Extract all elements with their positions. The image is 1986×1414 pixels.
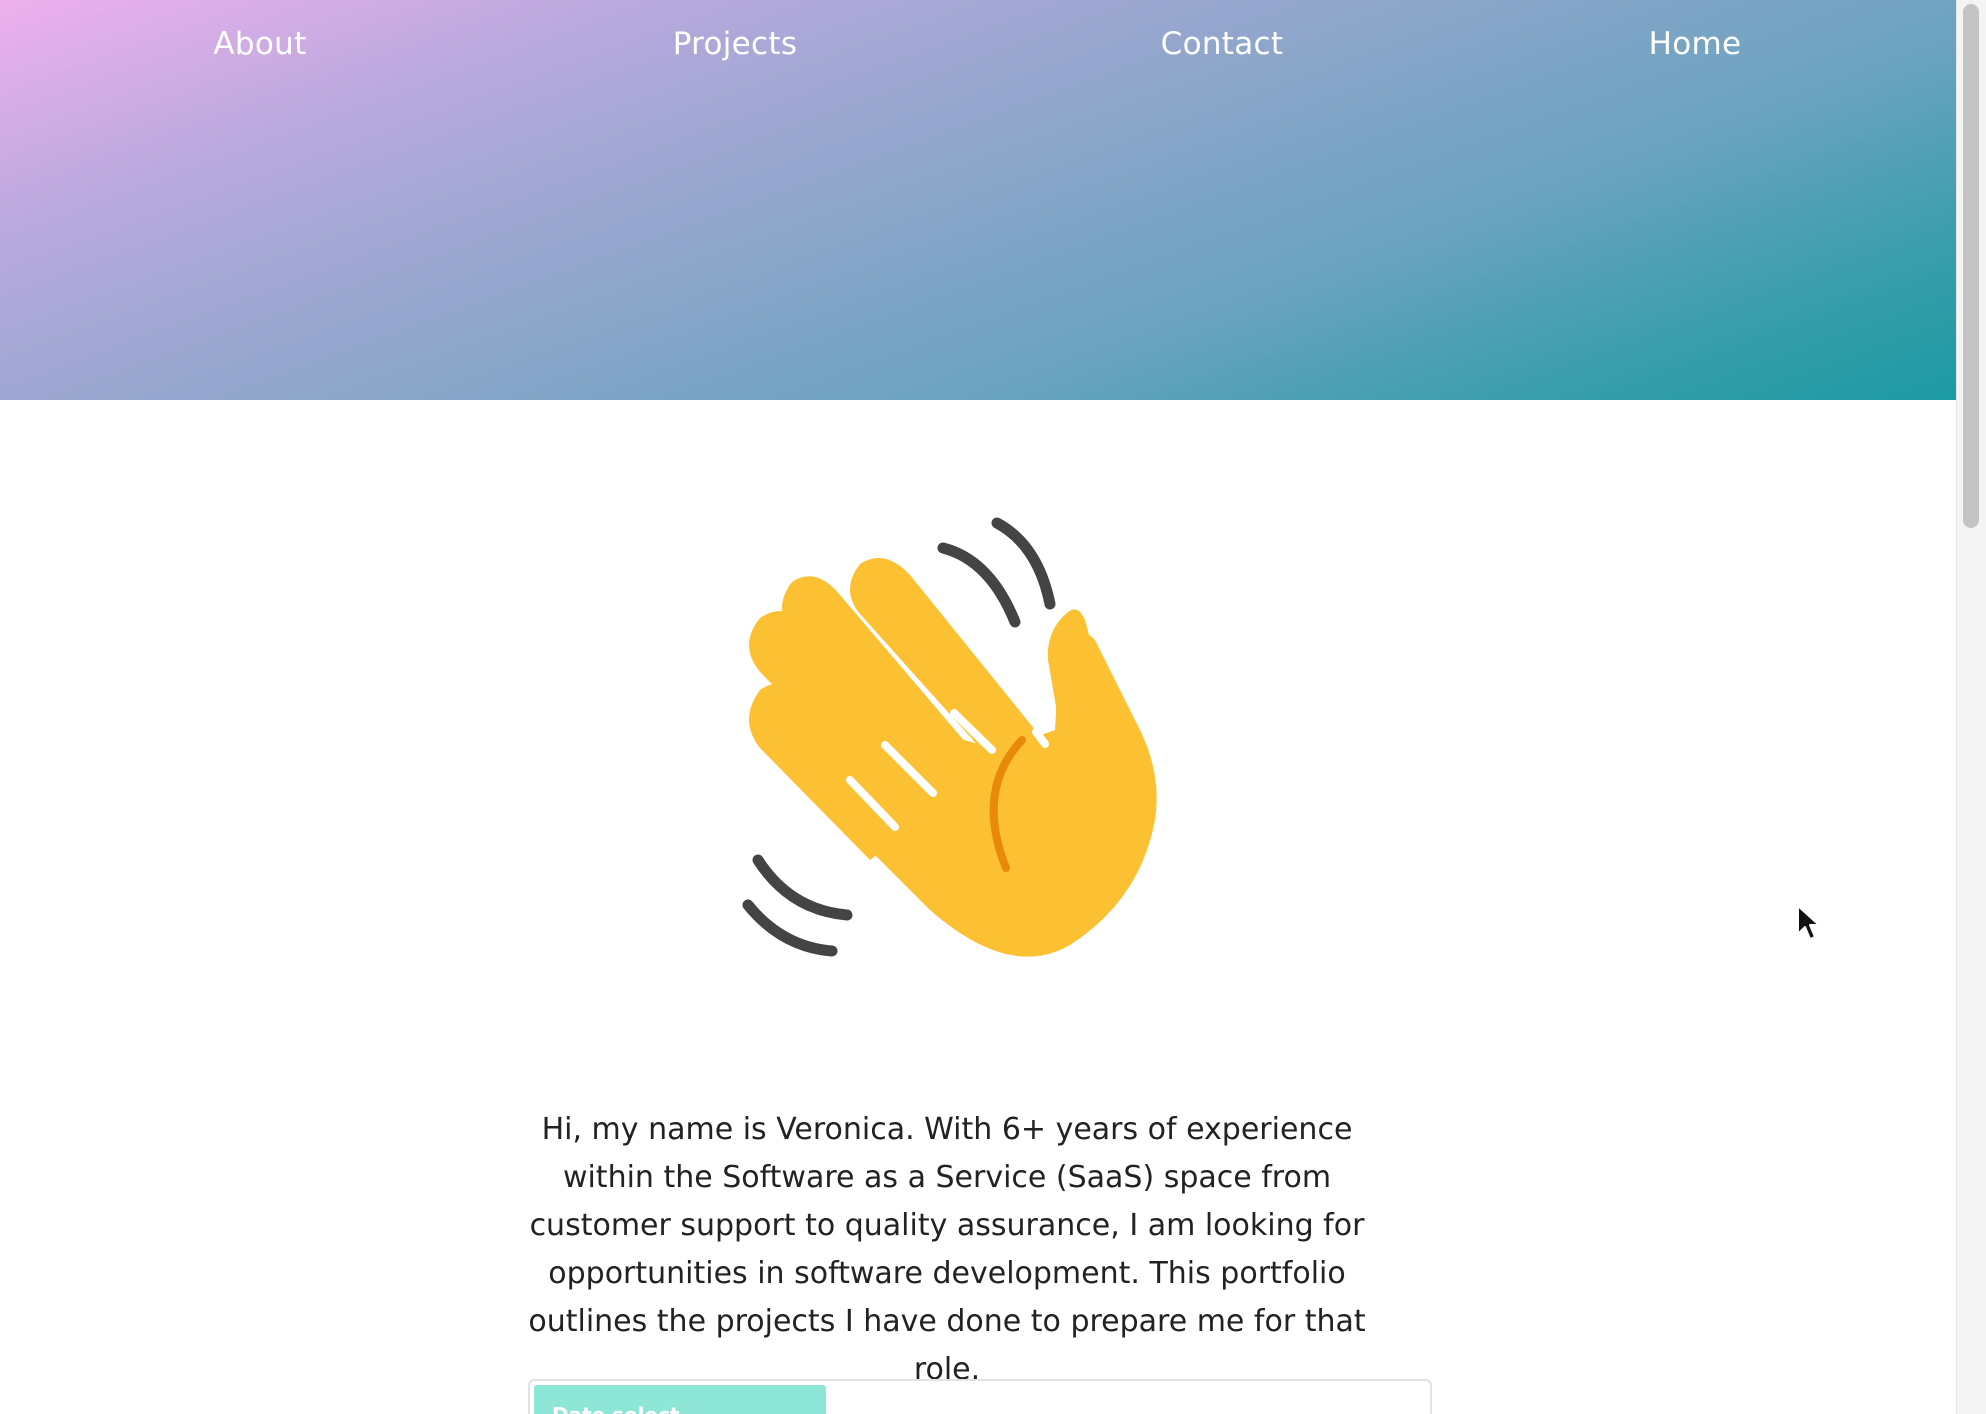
nav-about-link[interactable]: About: [213, 26, 306, 62]
header-banner: About Projects Contact Home: [0, 0, 1956, 400]
nav-home-link[interactable]: Home: [1649, 26, 1742, 62]
intro-paragraph: Hi, my name is Veronica. With 6+ years o…: [528, 1112, 1366, 1387]
portfolio-page: About Projects Contact Home Hi, my name …: [0, 0, 1986, 1414]
nav-contact-link[interactable]: Contact: [1161, 26, 1284, 62]
scrollbar-thumb[interactable]: [1963, 4, 1979, 528]
waving-hand-icon: [742, 517, 1157, 957]
nav-projects-link[interactable]: Projects: [673, 26, 798, 62]
mouse-cursor-icon: [1797, 905, 1820, 940]
preview-tab: Date select: [534, 1385, 826, 1414]
project-preview-card[interactable]: Date select: [528, 1379, 1432, 1414]
preview-tab-label: Date select: [552, 1403, 680, 1414]
top-nav: About Projects Contact Home: [0, 0, 1956, 96]
